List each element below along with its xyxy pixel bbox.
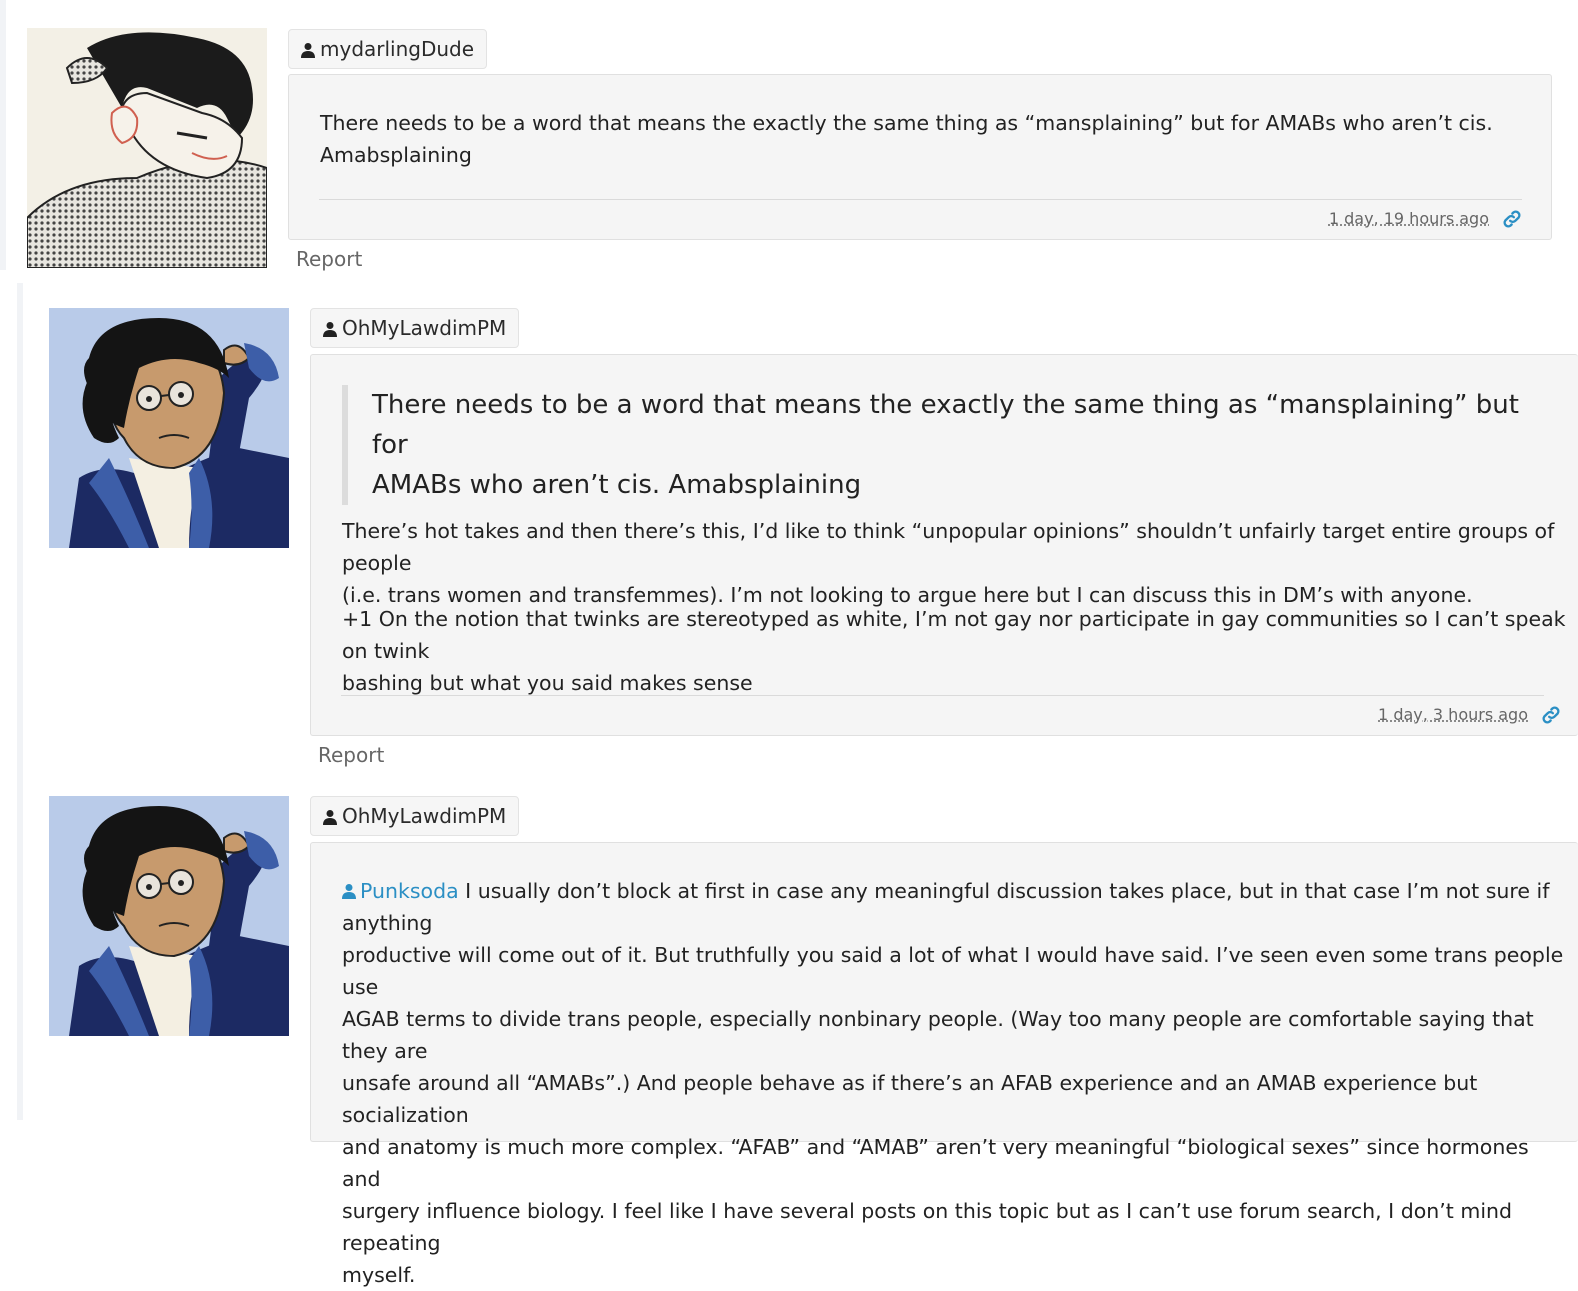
divider [319,199,1522,200]
avatar-image [49,796,289,1036]
thread-indent-line [17,283,23,1120]
author-tag[interactable]: OhMyLawdimPM [310,308,519,348]
author-tag[interactable]: mydarlingDude [288,29,487,69]
avatar[interactable] [27,28,267,268]
comment-text-line: surgery influence biology. I feel like I… [342,1195,1567,1259]
comment-text-line: productive will come out of it. But trut… [342,939,1567,1003]
comment-text-line: AGAB terms to divide trans people, espec… [342,1003,1567,1067]
comment-text-line: unsafe around all “AMABs”.) And people b… [342,1067,1567,1131]
timestamp[interactable]: 1 day, 19 hours ago [1329,209,1489,228]
author-name[interactable]: OhMyLawdimPM [342,804,506,828]
comment-card: Punksoda I usually don’t block at first … [310,842,1578,1142]
divider [341,695,1544,696]
comment-text-line: +1 On the notion that twinks are stereot… [342,603,1567,667]
timestamp[interactable]: 1 day, 3 hours ago [1378,705,1528,724]
person-icon [301,32,315,70]
avatar-image [27,28,267,268]
quote-line: AMABs who aren’t cis. Amabsplaining [372,465,1552,505]
avatar[interactable] [49,308,289,548]
link-icon[interactable] [1501,208,1523,230]
report-link[interactable]: Report [296,247,362,271]
comment-text-line: There needs to be a word that means the … [320,107,1520,139]
blockquote: There needs to be a word that means the … [342,385,1552,505]
comment-text-line: Punksoda I usually don’t block at first … [342,875,1567,939]
thread-indent-line [0,0,6,270]
comment-card: There needs to be a word that means the … [310,354,1578,736]
comment-text-line: myself. [342,1259,1567,1291]
author-tag[interactable]: OhMyLawdimPM [310,796,519,836]
author-name[interactable]: OhMyLawdimPM [342,316,506,340]
person-icon [323,311,337,349]
report-link[interactable]: Report [318,743,384,767]
author-name[interactable]: mydarlingDude [320,37,474,61]
user-mention-link[interactable]: Punksoda [342,879,459,903]
person-icon [342,883,356,899]
comment-card: There needs to be a word that means the … [288,74,1552,240]
person-icon [323,799,337,837]
link-icon[interactable] [1540,704,1562,726]
comment-text-line: and anatomy is much more complex. “AFAB”… [342,1131,1567,1195]
comment-text-line: Amabsplaining [320,139,1520,171]
avatar-image [49,308,289,548]
comment-text-line: There’s hot takes and then there’s this,… [342,515,1567,579]
quote-line: There needs to be a word that means the … [372,385,1552,465]
avatar[interactable] [49,796,289,1036]
